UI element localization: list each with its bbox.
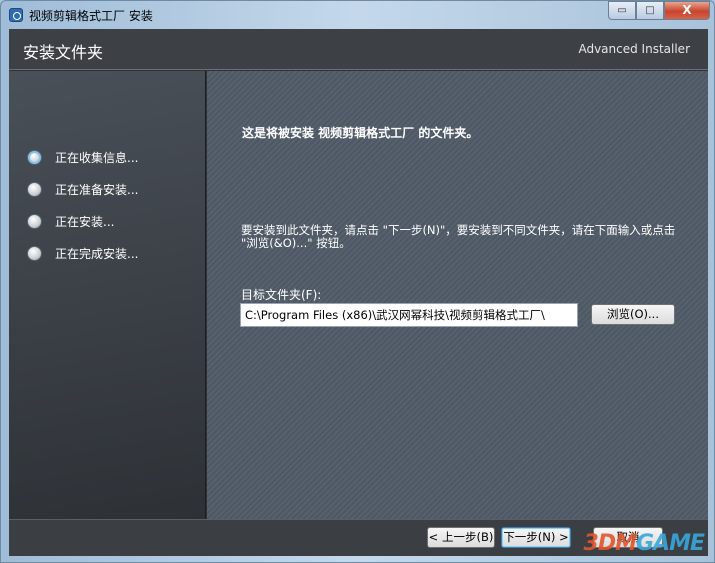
main-heading: 这是将被安装 视频剪辑格式工厂 的文件夹。 xyxy=(242,126,479,140)
step-label: 正在安装... xyxy=(55,215,115,229)
window-title: 视频剪辑格式工厂 安装 xyxy=(29,9,153,23)
back-button[interactable]: < 上一步(B) xyxy=(427,527,495,548)
folder-label: 目标文件夹(F): xyxy=(241,288,322,302)
step-radio-icon xyxy=(27,246,42,261)
step-label: 正在完成安装... xyxy=(55,247,139,261)
step-label: 正在准备安装... xyxy=(55,183,139,197)
step-radio-icon xyxy=(27,150,42,165)
page-header: 安装文件夹 Advanced Installer xyxy=(9,29,708,70)
step-radio-icon xyxy=(27,214,42,229)
close-button[interactable]: X xyxy=(664,1,710,20)
app-icon xyxy=(9,8,23,22)
minimize-button[interactable]: ▭ xyxy=(608,1,636,20)
steps-panel: 正在收集信息... 正在准备安装... 正在安装... 正在完成安装... xyxy=(9,71,206,519)
step-label: 正在收集信息... xyxy=(55,151,139,165)
watermark-part2: GAME xyxy=(635,531,705,556)
page-title: 安装文件夹 xyxy=(23,43,104,62)
instructions-text: 要安装到此文件夹，请点击 "下一步(N)"，要安装到不同文件夹，请在下面输入或点… xyxy=(241,223,676,250)
main-panel: 这是将被安装 视频剪辑格式工厂 的文件夹。 要安装到此文件夹，请点击 "下一步(… xyxy=(207,71,708,519)
step-collecting: 正在收集信息... xyxy=(27,149,138,166)
folder-path-input[interactable]: C:\Program Files (x86)\武汉网幂科技\视频剪辑格式工厂\ xyxy=(240,303,578,327)
step-finishing: 正在完成安装... xyxy=(27,245,138,262)
installer-window: 视频剪辑格式工厂 安装 ▭ □ X 安装文件夹 Advanced Install… xyxy=(0,0,715,563)
step-radio-icon xyxy=(27,182,42,197)
brand-label: Advanced Installer xyxy=(578,42,690,56)
maximize-button[interactable]: □ xyxy=(636,1,664,20)
title-bar: 视频剪辑格式工厂 安装 ▭ □ X xyxy=(1,1,715,29)
step-installing: 正在安装... xyxy=(27,213,114,230)
watermark-part1: 3DM xyxy=(583,531,637,556)
next-button[interactable]: 下一步(N) > xyxy=(501,527,571,548)
watermark-logo: 3DMGAME xyxy=(583,531,705,556)
browse-button[interactable]: 浏览(O)... xyxy=(591,304,675,325)
step-preparing: 正在准备安装... xyxy=(27,181,138,198)
